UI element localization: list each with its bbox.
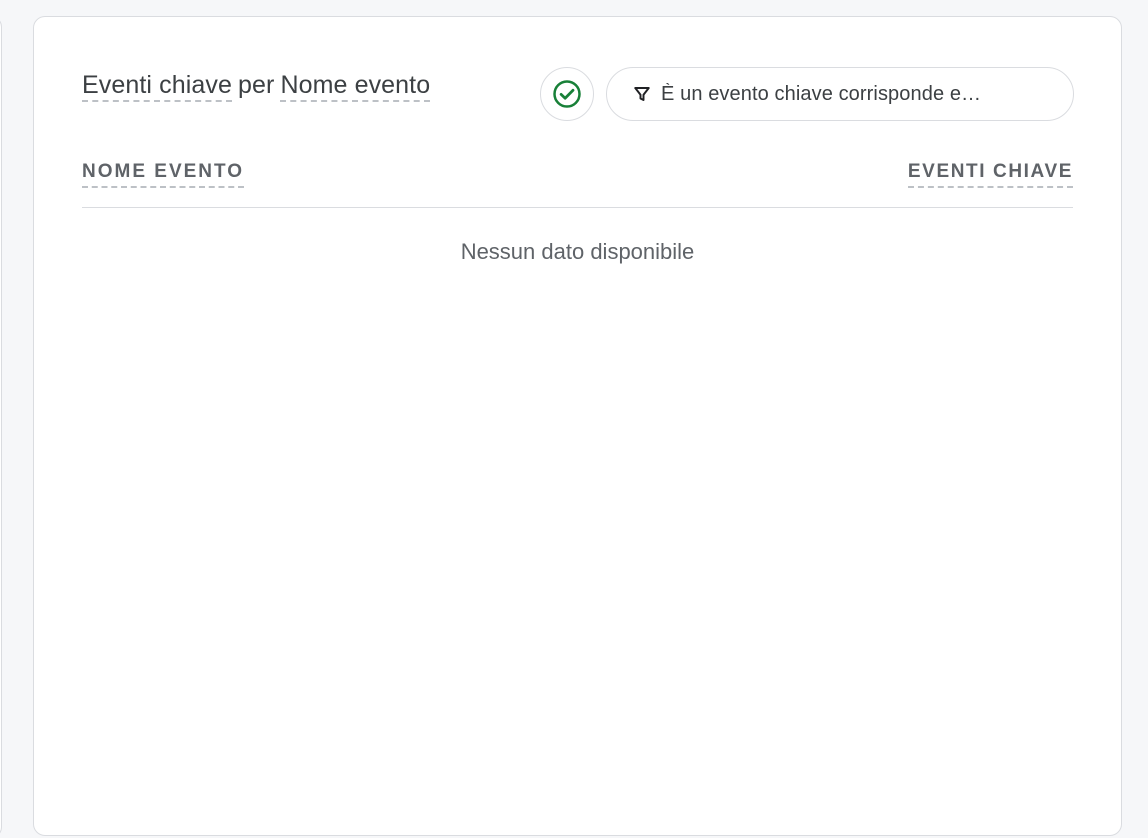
card-title: Eventi chiave per Nome evento bbox=[82, 71, 431, 102]
filter-chip-label: È un evento chiave corrisponde e… bbox=[661, 82, 982, 105]
title-separator: per bbox=[238, 71, 275, 99]
adjacent-card bbox=[0, 16, 2, 838]
column-header-eventi-chiave[interactable]: EVENTI CHIAVE bbox=[907, 161, 1073, 188]
report-card: Eventi chiave per Nome evento È un evento … bbox=[33, 16, 1122, 836]
status-check-button[interactable] bbox=[540, 67, 594, 121]
filter-chip[interactable]: È un evento chiave corrisponde e… bbox=[606, 67, 1074, 121]
metric-selector[interactable]: Eventi chiave bbox=[82, 71, 232, 102]
table-header: NOME EVENTO EVENTI CHIAVE bbox=[82, 159, 1073, 208]
dimension-selector[interactable]: Nome evento bbox=[280, 71, 431, 102]
column-header-nome-evento[interactable]: NOME EVENTO bbox=[82, 161, 245, 188]
filter-icon bbox=[634, 87, 650, 101]
empty-state-message: Nessun dato disponibile bbox=[460, 239, 695, 264]
check-circle-icon bbox=[553, 80, 581, 108]
card-header: Eventi chiave per Nome evento È un evento … bbox=[82, 65, 1074, 125]
